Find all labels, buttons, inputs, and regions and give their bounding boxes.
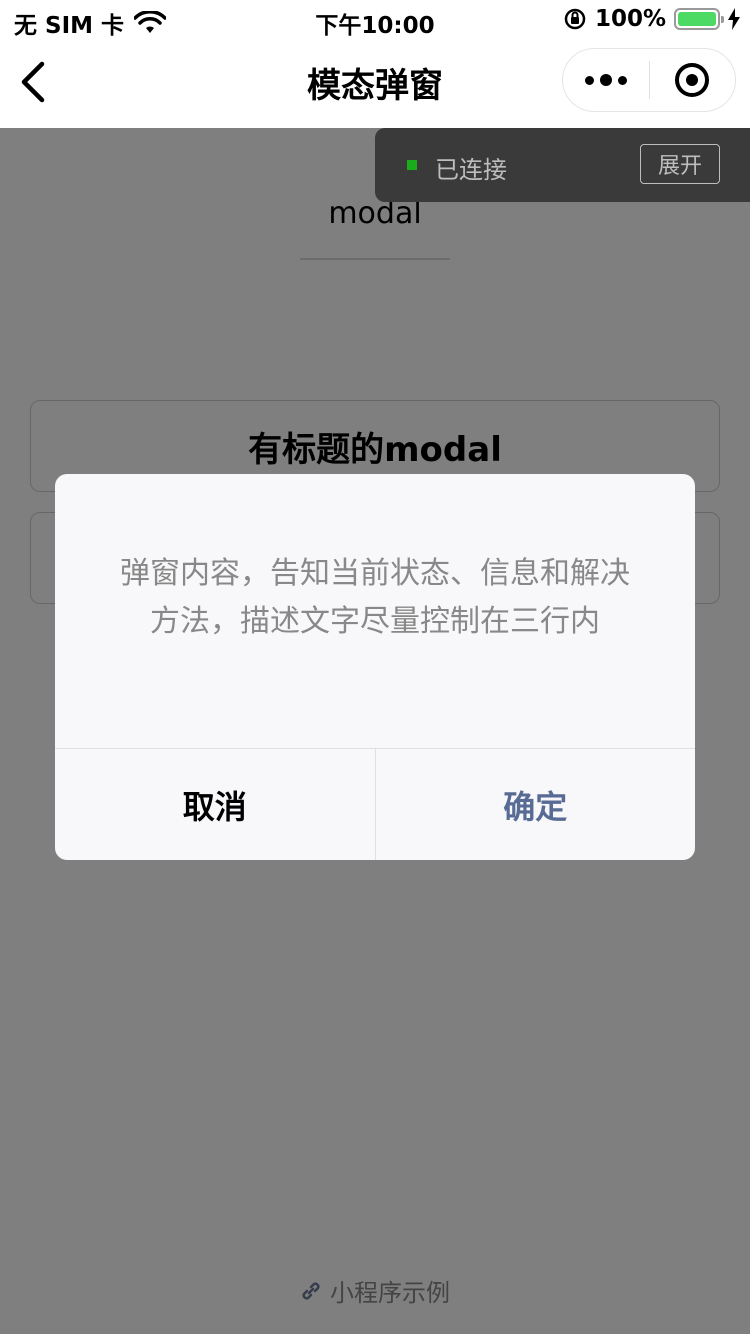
debug-panel: 已连接 展开 bbox=[375, 128, 750, 202]
orientation-lock-icon bbox=[564, 8, 586, 30]
modal-dialog: 弹窗内容，告知当前状态、信息和解决方法，描述文字尽量控制在三行内 取消 确定 bbox=[55, 474, 695, 860]
charging-icon bbox=[728, 8, 740, 30]
more-button[interactable] bbox=[563, 48, 649, 112]
more-dots-icon-center bbox=[599, 74, 612, 86]
status-right: 100% bbox=[563, 6, 740, 32]
confirm-button[interactable]: 确定 bbox=[376, 749, 696, 860]
connection-status-text: 已连接 bbox=[435, 156, 507, 184]
nav-bar: 模态弹窗 bbox=[0, 40, 750, 128]
target-close-icon bbox=[675, 63, 710, 97]
expand-button[interactable]: 展开 bbox=[640, 144, 720, 184]
more-dots-icon-right bbox=[617, 75, 627, 85]
capsule-menu bbox=[562, 48, 736, 112]
close-button[interactable] bbox=[650, 48, 736, 112]
modal-content: 弹窗内容，告知当前状态、信息和解决方法，描述文字尽量控制在三行内 bbox=[120, 556, 630, 639]
battery-icon bbox=[674, 8, 724, 30]
status-bar: 无 SIM 卡 下午10:00 100% bbox=[0, 0, 750, 40]
more-dots-icon bbox=[584, 75, 594, 85]
cancel-button[interactable]: 取消 bbox=[55, 749, 376, 860]
connection-status-icon bbox=[407, 160, 417, 170]
battery-percent: 100% bbox=[594, 6, 666, 32]
modal-footer: 取消 确定 bbox=[55, 748, 695, 860]
